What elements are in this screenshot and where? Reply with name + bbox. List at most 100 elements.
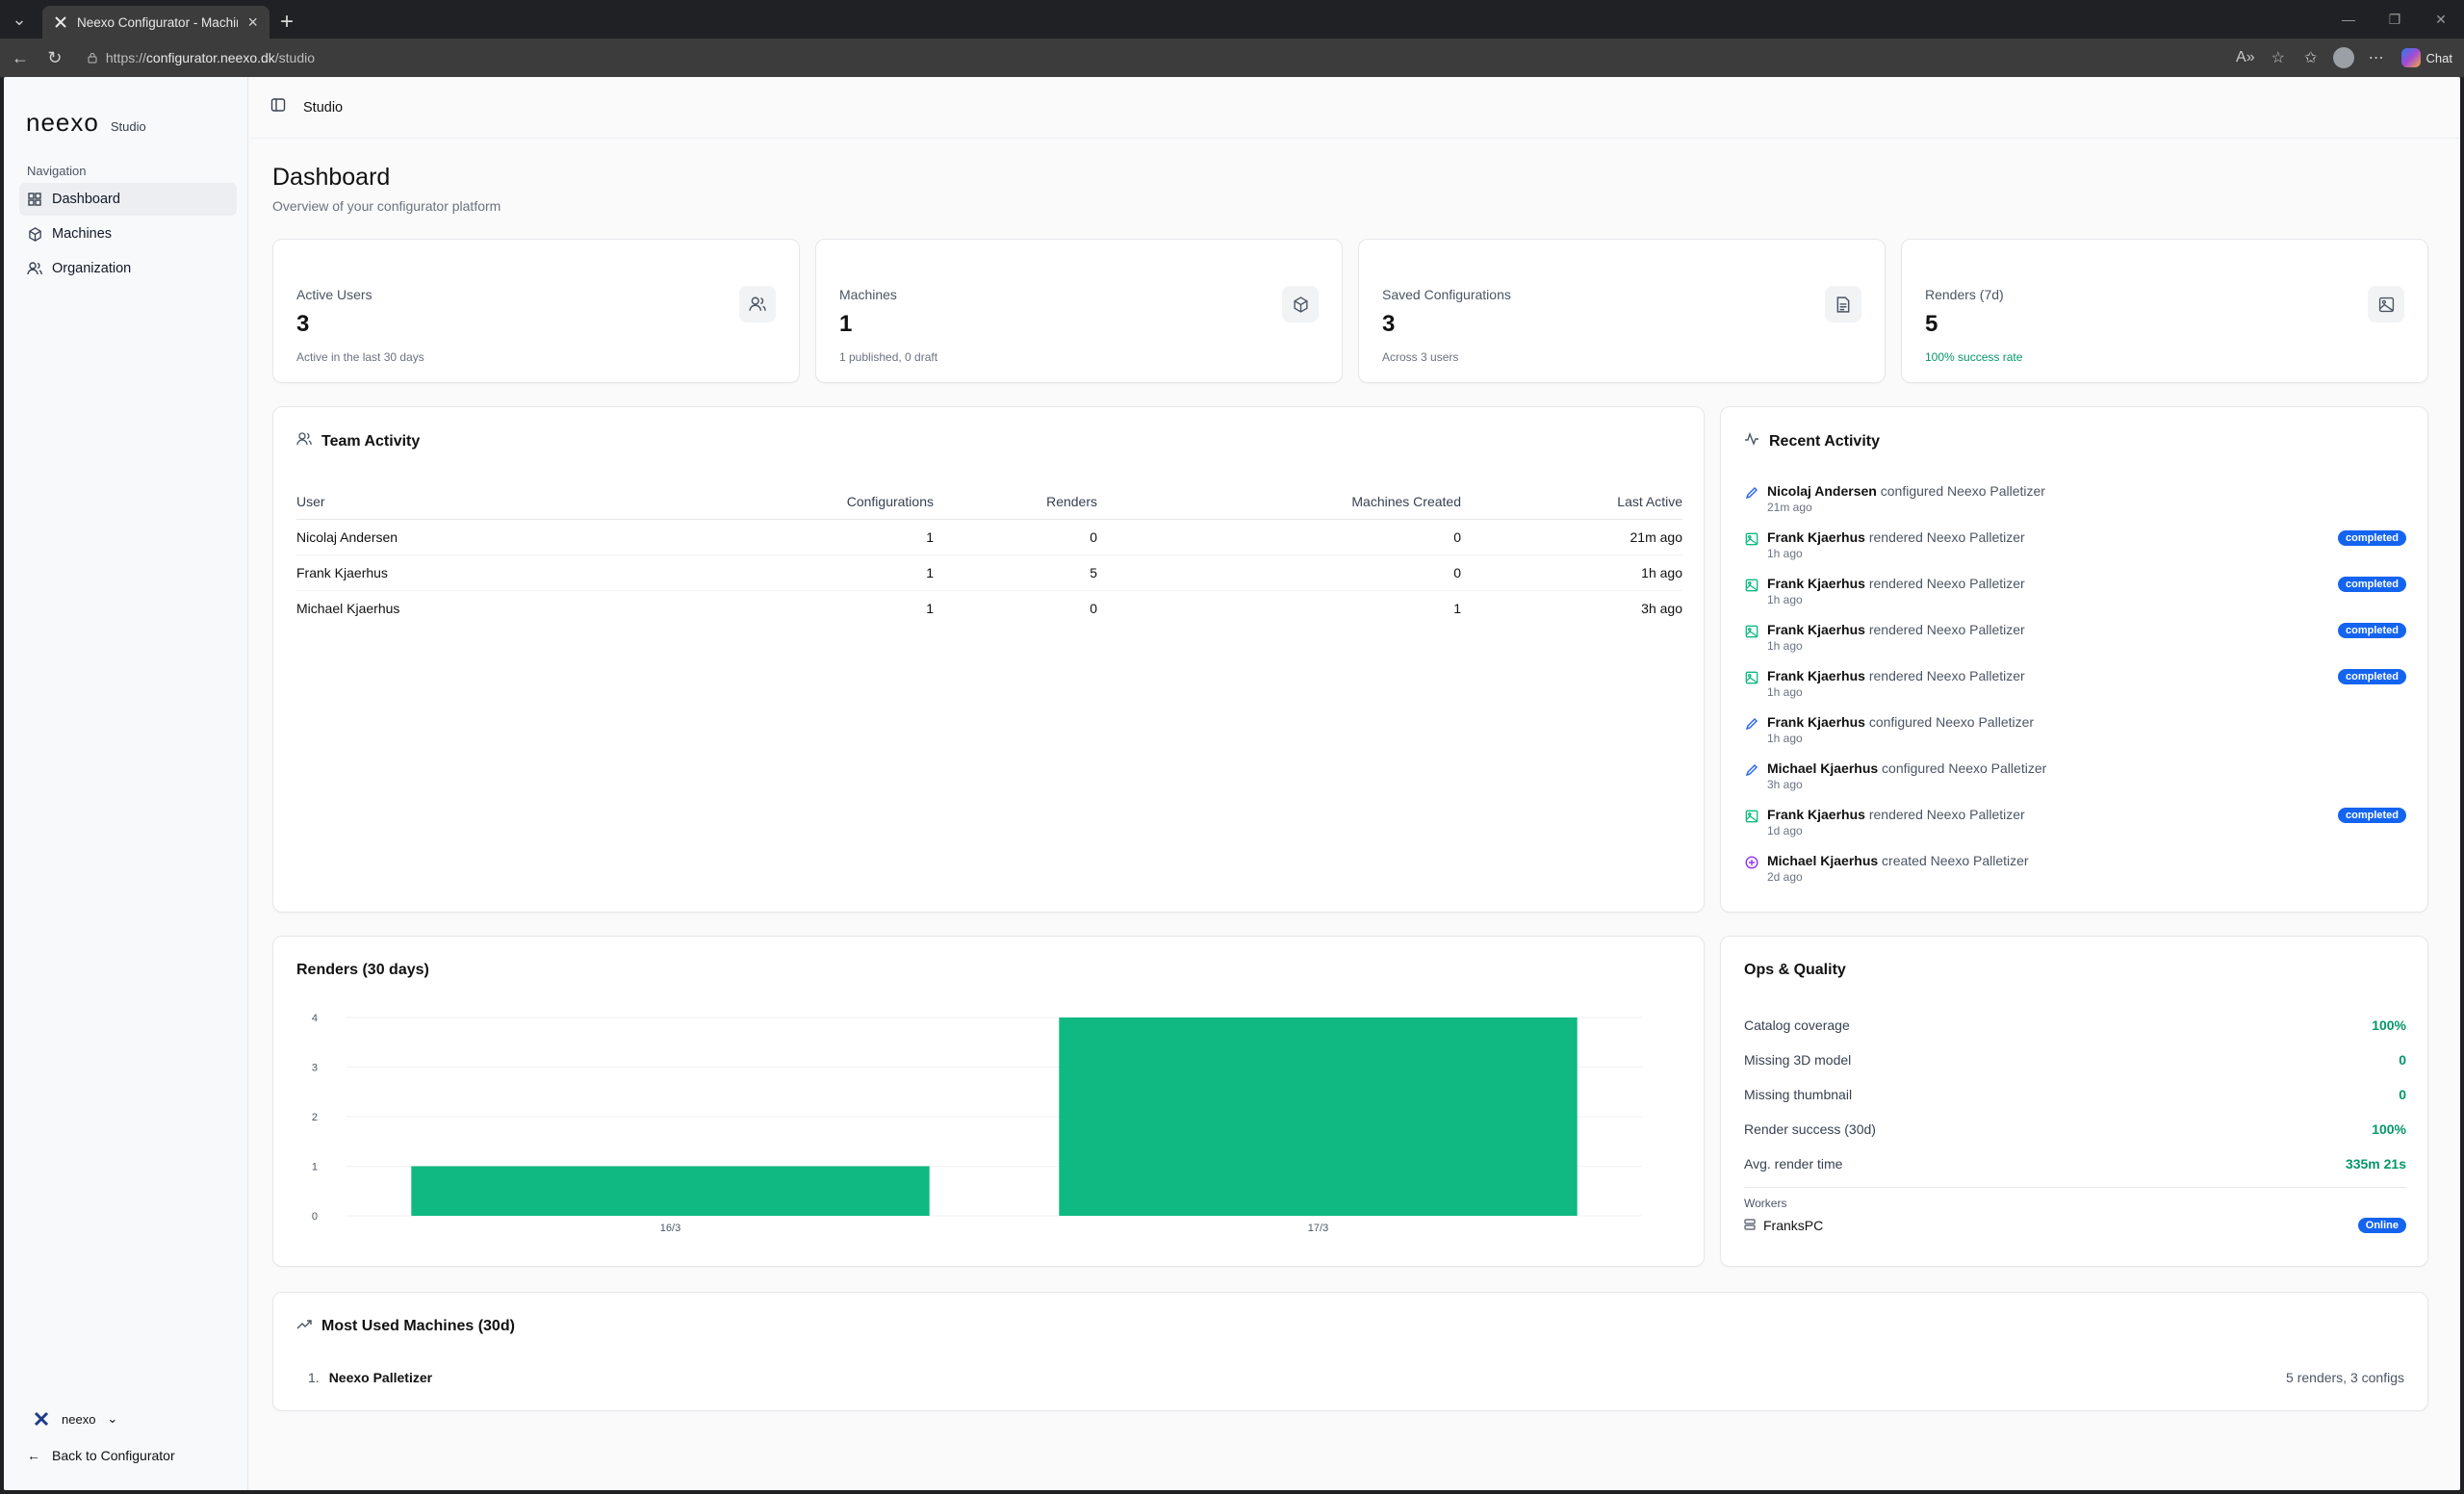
- x-tick-label: 17/3: [1308, 1223, 1328, 1234]
- sidebar-item-dashboard[interactable]: Dashboard: [19, 183, 237, 216]
- minimize-icon[interactable]: —: [2325, 0, 2372, 39]
- document-icon: [1825, 286, 1861, 322]
- browser-tab[interactable]: Neexo Configurator - Machine Co ×: [42, 6, 270, 39]
- tab-list-button[interactable]: ⌄: [0, 0, 38, 39]
- status-badge: completed: [2337, 530, 2406, 546]
- status-badge: completed: [2337, 623, 2406, 638]
- activity-target: Neexo Palletizer: [1936, 714, 2035, 730]
- activity-action: rendered: [1868, 529, 1923, 545]
- activity-time: 1h ago: [1767, 732, 1803, 745]
- team-activity-card: Team Activity User Configurations Render…: [272, 406, 1705, 913]
- table-header-row: User Configurations Renders Machines Cre…: [296, 484, 1682, 520]
- stat-card-active-users: Active Users 3 Active in the last 30 day…: [272, 239, 800, 383]
- sidebar-toggle-icon[interactable]: [270, 97, 286, 117]
- most-used-title: Most Used Machines (30d): [321, 1318, 515, 1334]
- stat-sub: Across 3 users: [1382, 350, 1459, 364]
- table-cell: 0: [1097, 554, 1461, 591]
- activity-time: 2d ago: [1767, 870, 1803, 884]
- activity-user: Michael Kjaerhus: [1767, 853, 1879, 868]
- stat-card-saved-configurations: Saved Configurations 3 Across 3 users: [1358, 239, 1886, 383]
- chart-bar[interactable]: [1059, 1017, 1578, 1216]
- column-header: Machines Created: [1097, 484, 1461, 520]
- workers-label: Workers: [1744, 1197, 1787, 1210]
- users-icon: [27, 261, 42, 276]
- activity-action: configured: [1882, 760, 1945, 776]
- card-title: Team Activity: [296, 432, 420, 451]
- activity-target: Neexo Palletizer: [1926, 668, 2025, 683]
- worker-row: FranksPC Online: [1744, 1214, 2406, 1237]
- table-cell: 1: [926, 600, 934, 616]
- back-icon[interactable]: ←: [6, 43, 35, 72]
- activity-user: Frank Kjaerhus: [1767, 714, 1865, 730]
- activity-user: Frank Kjaerhus: [1767, 622, 1865, 637]
- stat-value: 3: [1382, 311, 1396, 337]
- arrow-left-icon: ←: [27, 1448, 40, 1463]
- x-tick-label: 16/3: [660, 1223, 680, 1234]
- card-title: Most Used Machines (30d): [296, 1318, 515, 1335]
- profile-icon[interactable]: [2330, 44, 2357, 71]
- activity-item: Frank Kjaerhus rendered Neexo Palletizer…: [1744, 621, 2406, 667]
- activity-item: Frank Kjaerhus configured Neexo Palletiz…: [1744, 713, 2406, 760]
- activity-user: Frank Kjaerhus: [1767, 807, 1865, 822]
- activity-item: Frank Kjaerhus rendered Neexo Palletizer…: [1744, 806, 2406, 852]
- activity-time: 1h ago: [1767, 685, 1803, 699]
- team-activity-table: User Configurations Renders Machines Cre…: [296, 484, 1682, 626]
- address-bar[interactable]: https://configurator.neexo.dk/studio: [75, 44, 2226, 71]
- activity-action: rendered: [1868, 807, 1923, 822]
- image-icon: [1744, 809, 1759, 824]
- close-window-icon[interactable]: ✕: [2418, 0, 2464, 39]
- activity-target: Neexo Palletizer: [1926, 529, 2025, 545]
- recent-activity-title: Recent Activity: [1769, 432, 1880, 450]
- lock-icon: [88, 53, 97, 64]
- tab-close-icon[interactable]: ×: [247, 13, 258, 33]
- stat-label: Machines: [839, 287, 897, 302]
- most-used-item[interactable]: 1. Neexo Palletizer: [308, 1370, 432, 1385]
- table-cell: 0: [934, 519, 1097, 555]
- back-to-configurator-link[interactable]: ← Back to Configurator: [27, 1448, 175, 1463]
- ops-label: Avg. render time: [1744, 1156, 1843, 1172]
- restore-icon[interactable]: ❐: [2372, 0, 2418, 39]
- image-icon: [1744, 578, 1759, 593]
- renders-chart-card: Renders (30 days) 0 1 2 3 4 16/3 17/3: [272, 936, 1705, 1267]
- favorite-star-icon[interactable]: ☆: [2265, 44, 2292, 71]
- favorites-icon[interactable]: ✩: [2297, 44, 2324, 71]
- activity-user: Frank Kjaerhus: [1767, 529, 1865, 545]
- ops-label: Render success (30d): [1744, 1121, 1876, 1137]
- reload-icon[interactable]: ↻: [40, 43, 69, 72]
- sidebar-item-organization[interactable]: Organization: [19, 252, 237, 285]
- main-content: Studio Dashboard Overview of your config…: [249, 77, 2460, 1490]
- ops-quality-card: Ops & Quality Catalog coverage 100% Missi…: [1720, 936, 2428, 1267]
- chat-button[interactable]: Chat: [2396, 48, 2458, 67]
- read-aloud-icon[interactable]: A»: [2232, 44, 2259, 71]
- ops-row-catalog-coverage: Catalog coverage 100%: [1744, 1017, 2406, 1037]
- table-cell: Michael Kjaerhus: [296, 600, 400, 616]
- sidebar-item-label: Organization: [52, 261, 132, 276]
- image-icon: [2368, 286, 2404, 322]
- page-title: Dashboard: [272, 164, 391, 191]
- activity-item: Michael Kjaerhus created Neexo Palletize…: [1744, 852, 2406, 898]
- table-cell: 1h ago: [1461, 554, 1682, 591]
- chart-bar[interactable]: [411, 1166, 930, 1217]
- url-path: /studio: [274, 50, 316, 65]
- activity-target: Neexo Palletizer: [1948, 760, 2047, 776]
- new-tab-button[interactable]: +: [270, 6, 304, 39]
- sidebar-item-machines[interactable]: Machines: [19, 218, 237, 250]
- status-badge: completed: [2337, 808, 2406, 823]
- window-controls: — ❐ ✕: [2325, 0, 2464, 39]
- stat-value: 5: [1925, 311, 1938, 337]
- stat-value: 1: [839, 311, 853, 337]
- sidebar-item-label: Dashboard: [52, 192, 120, 207]
- users-icon: [296, 432, 312, 451]
- activity-list: Nicolaj Andersen configured Neexo Pallet…: [1744, 482, 2406, 898]
- more-menu-icon[interactable]: ⋯: [2363, 44, 2390, 71]
- table-cell: 1: [614, 519, 934, 555]
- stat-sub: 100% success rate: [1925, 350, 2023, 364]
- image-icon: [1744, 531, 1759, 547]
- ops-row-missing-thumbnail: Missing thumbnail 0: [1744, 1087, 2406, 1106]
- org-switcher[interactable]: neexo ⌄: [33, 1410, 117, 1428]
- table-cell: Frank Kjaerhus: [296, 554, 614, 591]
- ops-value: 100%: [2372, 1121, 2406, 1137]
- activity-time: 21m ago: [1767, 501, 1812, 514]
- stat-sub: Active in the last 30 days: [296, 350, 424, 364]
- users-icon: [739, 286, 776, 322]
